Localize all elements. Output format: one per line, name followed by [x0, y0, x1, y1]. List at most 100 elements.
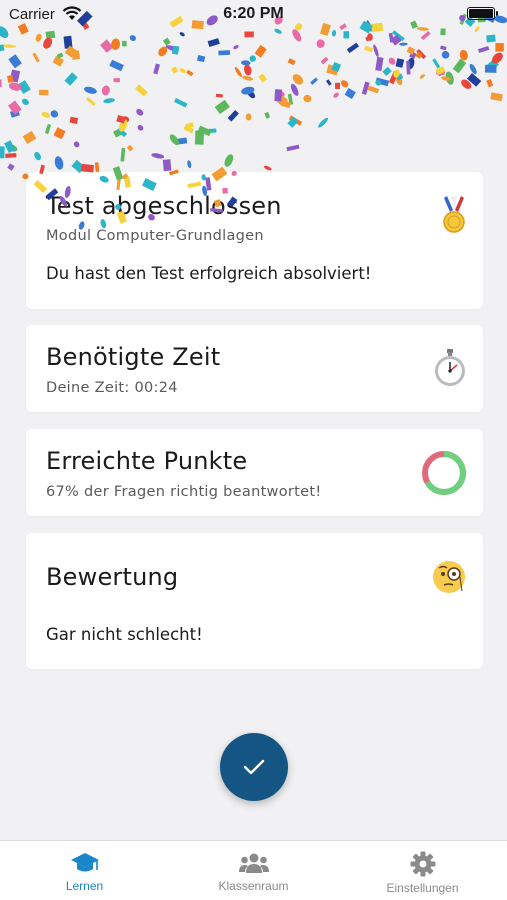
- confetti-piece: [215, 93, 223, 98]
- confetti-piece: [264, 111, 271, 119]
- test-completed-card: Test abgeschlossen Modul Computer-Grundl…: [26, 172, 483, 309]
- confetti-piece: [207, 38, 220, 48]
- confetti-piece: [64, 72, 78, 86]
- confetti-piece: [415, 51, 423, 59]
- confetti-piece: [375, 77, 390, 87]
- status-time: 6:20 PM: [223, 5, 284, 22]
- confetti-piece: [292, 29, 302, 42]
- confetti-piece: [119, 119, 128, 132]
- confetti-piece: [197, 125, 212, 137]
- module-name: Modul Computer-Grundlagen: [46, 228, 264, 244]
- confetti-piece: [9, 69, 21, 83]
- confetti-piece: [282, 100, 292, 109]
- confetti-piece: [254, 44, 267, 58]
- confetti-piece: [390, 34, 402, 46]
- confetti-piece: [32, 52, 40, 63]
- confetti-piece: [116, 114, 126, 124]
- confetti-piece: [0, 79, 2, 88]
- confirm-button[interactable]: [220, 733, 288, 801]
- confetti-piece: [35, 33, 42, 42]
- confetti-piece: [316, 39, 325, 48]
- confetti-piece: [73, 141, 80, 148]
- time-card: Benötigte Zeit Deine Zeit: 00:24: [26, 325, 483, 412]
- confetti-piece: [103, 98, 115, 104]
- confetti-piece: [17, 80, 31, 94]
- confetti-piece: [122, 40, 127, 47]
- confetti-piece: [367, 33, 373, 41]
- confetti-piece: [486, 79, 494, 88]
- checkmark-icon: [243, 759, 265, 775]
- tab-lernen[interactable]: Lernen: [0, 841, 169, 900]
- confetti-piece: [43, 37, 53, 49]
- confetti-piece: [50, 110, 59, 118]
- card-title: Erreichte Punkte: [46, 447, 248, 475]
- confetti-piece: [7, 163, 15, 171]
- confetti-piece: [445, 71, 454, 85]
- confetti-piece: [63, 35, 73, 49]
- people-icon: [238, 853, 269, 873]
- confetti-piece: [290, 83, 299, 96]
- confetti-piece: [245, 113, 252, 121]
- tab-klassenraum[interactable]: Klassenraum: [169, 841, 338, 900]
- monocle-face-icon: [433, 561, 465, 593]
- confetti-piece: [395, 73, 404, 81]
- confetti-piece: [116, 127, 128, 138]
- confetti-piece: [432, 58, 441, 69]
- confetti-piece: [320, 56, 329, 65]
- confetti-piece: [393, 69, 400, 78]
- confetti-piece: [419, 74, 425, 79]
- confetti-piece: [153, 63, 160, 75]
- tab-label: Klassenraum: [218, 879, 289, 893]
- confetti-piece: [186, 69, 194, 77]
- confetti-piece: [247, 90, 256, 99]
- confetti-piece: [171, 66, 179, 74]
- confetti-piece: [85, 97, 96, 107]
- confetti-piece: [162, 159, 172, 172]
- stopwatch-icon: [435, 349, 465, 386]
- battery-icon: [467, 7, 498, 20]
- confetti-piece: [335, 82, 341, 89]
- confetti-piece: [39, 89, 49, 96]
- confetti-piece: [94, 162, 100, 172]
- tab-einstellungen[interactable]: Einstellungen: [338, 841, 507, 900]
- confetti-piece: [286, 144, 300, 152]
- confetti-piece: [436, 68, 446, 76]
- confetti-piece: [158, 46, 168, 57]
- confetti-piece: [495, 43, 504, 52]
- confetti-piece: [6, 143, 18, 152]
- confetti-piece: [288, 115, 303, 126]
- confetti-piece: [487, 58, 499, 71]
- confetti-piece: [382, 66, 392, 77]
- confetti-piece: [388, 70, 399, 85]
- confetti-piece: [340, 80, 349, 88]
- confetti-piece: [364, 45, 374, 53]
- confetti-piece: [409, 51, 417, 60]
- confetti-piece: [113, 128, 123, 138]
- result-message: Du hast den Test erfolgreich absolviert!: [46, 264, 372, 283]
- tab-label: Einstellungen: [386, 881, 459, 895]
- confetti-piece: [399, 42, 408, 46]
- confetti-piece: [452, 58, 467, 74]
- confetti-piece: [234, 67, 242, 78]
- confetti-piece: [325, 79, 332, 86]
- confetti-piece: [8, 54, 22, 69]
- confetti-piece: [71, 50, 81, 60]
- confetti-piece: [183, 124, 194, 134]
- confetti-piece: [326, 64, 340, 76]
- medal-icon: [443, 196, 465, 233]
- confetti-piece: [277, 90, 285, 97]
- confetti-piece: [292, 74, 304, 85]
- confetti-piece: [343, 31, 350, 39]
- confetti-piece: [227, 110, 239, 122]
- confetti-piece: [22, 130, 37, 145]
- confetti-piece: [187, 160, 192, 169]
- confetti-piece: [258, 73, 268, 83]
- confetti-piece: [171, 45, 180, 55]
- confetti-piece: [196, 55, 206, 63]
- confetti-piece: [263, 165, 272, 171]
- confetti-piece: [194, 130, 205, 145]
- score-summary: 67% der Fragen richtig beantwortet!: [46, 484, 322, 500]
- confetti-piece: [244, 31, 254, 38]
- gear-icon: [410, 851, 435, 877]
- confetti-piece: [224, 154, 234, 167]
